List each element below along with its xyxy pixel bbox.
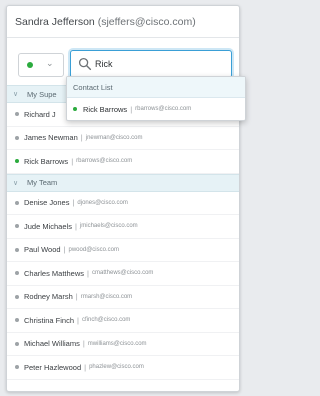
contact-email: jmichaels@cisco.com [79,223,138,230]
presence-dot [15,271,19,276]
presence-dot [15,224,19,229]
result-name: Rick Barrows [83,104,128,114]
user-email: (sjeffers@cisco.com) [97,16,196,28]
contact-email: cmatthews@cisco.com [91,270,154,277]
contact-row[interactable]: Peter Hazlewood | phazlew@cisco.com [7,356,239,380]
group-header[interactable]: ∨ My Team [7,173,239,192]
presence-dot [15,294,19,299]
contact-separator: | [75,292,78,302]
contact-email: djones@cisco.com [77,199,128,206]
contact-name: James Newman [24,133,78,143]
contact-row[interactable]: Charles Matthews | cmatthews@cisco.com [7,262,239,286]
contact-name: Peter Hazlewood [24,362,82,372]
contact-email: mwilliams@cisco.com [87,340,147,347]
contact-name: Michael Williams [24,339,80,349]
chevron-down-icon: ∨ [13,179,19,187]
contact-separator: | [82,339,85,349]
contact-name: Jude Michaels [24,221,72,231]
contact-list: ∨ My Supe Richard J James Newman | jnewman@ci… [7,85,239,380]
contact-name: Denise Jones [24,198,70,208]
contact-email: jnewman@cisco.com [85,134,143,141]
contact-separator: | [72,198,75,208]
contact-name: Charles Matthews [24,268,85,278]
result-email: rbarrows@cisco.com [135,106,192,112]
contact-separator: | [71,156,74,166]
contact-name: Paul Wood [24,245,61,255]
presence-dot [15,135,19,140]
contact-email: phazlew@cisco.com [89,364,144,371]
contact-email: cfinch@cisco.com [81,317,131,324]
presence-available-dot [73,107,77,111]
contact-row[interactable]: Michael Williams | mwilliams@cisco.com [7,333,239,356]
results-section-header: Contact List [67,77,245,98]
contact-row[interactable]: Christina Finch | cfinch@cisco.com [7,309,239,333]
presence-status-select[interactable]: ⌄ [18,53,64,77]
contact-row[interactable]: Paul Wood | pwood@cisco.com [7,239,239,262]
contact-name: Richard J [24,109,56,119]
group-label: My Supe [27,89,57,99]
contact-separator: | [87,268,89,278]
contact-separator: | [77,315,79,325]
contact-email: rmarsh@cisco.com [80,293,133,300]
contact-row[interactable]: Jude Michaels | jmichaels@cisco.com [7,215,239,239]
result-separator: | [130,104,133,114]
contact-name: Christina Finch [24,315,75,325]
presence-dot [15,112,19,117]
presence-available-dot [27,62,33,68]
contacts-panel: Sandra Jefferson (sjeffers@cisco.com) ⌄ … [6,5,240,392]
contact-row[interactable]: Rick Barrows | rbarrows@cisco.com [7,150,239,174]
header-divider [7,37,239,38]
presence-dot [15,247,19,252]
contact-name: Rodney Marsh [24,292,73,302]
chevron-down-icon: ∨ [13,91,19,98]
chevron-down-icon: ⌄ [46,58,54,68]
search-box[interactable] [70,50,232,78]
contact-email: pwood@cisco.com [68,246,119,253]
contact-row[interactable]: Denise Jones | djones@cisco.com [7,192,239,215]
search-input[interactable] [95,55,225,72]
presence-dot [15,318,19,323]
search-result-item[interactable]: Rick Barrows | rbarrows@cisco.com [67,98,245,120]
contact-row[interactable]: Rodney Marsh | rmarsh@cisco.com [7,286,239,309]
contact-name: Rick Barrows [24,156,69,166]
contact-separator: | [74,221,77,231]
presence-dot [15,341,19,346]
group-label: My Team [27,178,58,187]
presence-dot [15,159,19,164]
contact-separator: | [63,245,66,255]
panel-title: Sandra Jefferson (sjeffers@cisco.com) [15,16,235,28]
contact-separator: | [80,133,83,143]
search-results-dropdown: Contact List Rick Barrows | rbarrows@cis… [66,76,246,121]
presence-dot [15,200,19,205]
search-icon [78,57,92,71]
user-name: Sandra Jefferson [15,16,95,28]
presence-dot [15,365,19,370]
contact-row[interactable]: James Newman | jnewman@cisco.com [7,127,239,150]
contact-email: rbarrows@cisco.com [76,158,133,165]
contact-separator: | [84,362,87,372]
